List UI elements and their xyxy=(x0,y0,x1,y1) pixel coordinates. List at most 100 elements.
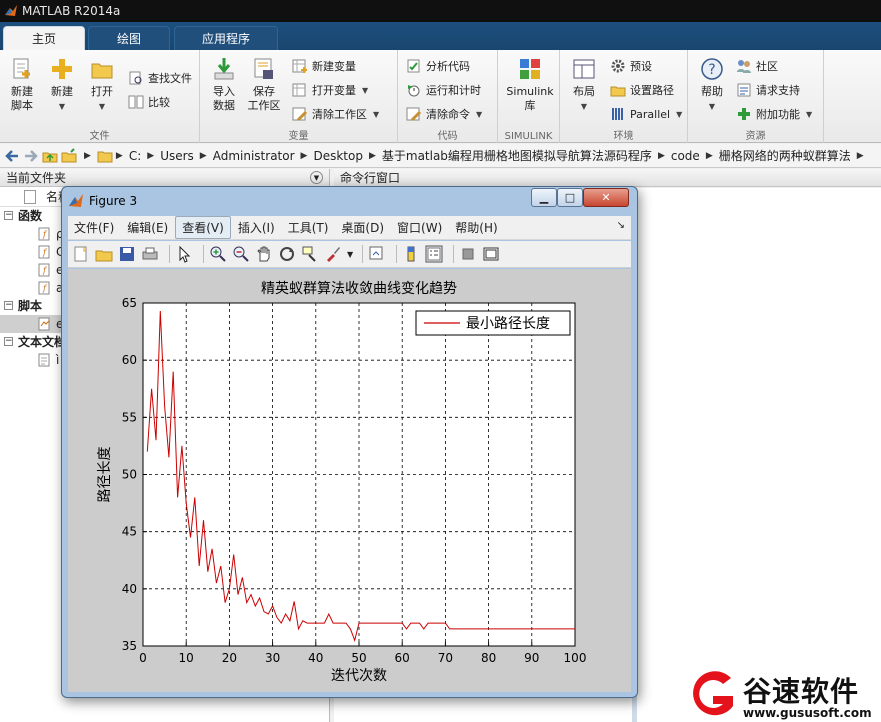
y-axis-label: 路径长度 xyxy=(97,447,113,503)
menu-edit[interactable]: 编辑(E) xyxy=(121,217,174,238)
up-folder-icon[interactable] xyxy=(42,148,58,164)
analyze-code-button[interactable]: 分析代码 xyxy=(406,56,470,76)
pan-hand-icon[interactable] xyxy=(255,245,273,263)
analyze-code-label: 分析代码 xyxy=(426,60,470,73)
breadcrumb-code[interactable]: code xyxy=(671,149,700,163)
legend-icon[interactable] xyxy=(425,245,443,263)
open-button[interactable]: 打开 ▼ xyxy=(82,56,122,114)
path-separator: ▶ xyxy=(147,150,155,161)
help-icon: ? xyxy=(701,58,723,80)
open-file-icon[interactable] xyxy=(95,245,113,263)
add-ons-label: 附加功能 xyxy=(756,108,800,121)
menu-tools[interactable]: 工具(T) xyxy=(282,217,335,238)
zoom-in-icon[interactable] xyxy=(209,245,227,263)
breadcrumb-users[interactable]: Users xyxy=(160,149,194,163)
dock-arrow-icon[interactable]: ↘ xyxy=(617,220,625,231)
x-tick-label: 80 xyxy=(481,651,496,665)
path-separator: ▶ xyxy=(115,150,123,161)
convergence-chart[interactable]: 0 10 20 30 40 50 60 70 80 90 100 35 40 45 50 55 60 65 精英… xyxy=(68,269,631,692)
find-files-button[interactable]: 查找文件 xyxy=(128,68,192,88)
menu-desktop[interactable]: 桌面(D) xyxy=(335,217,390,238)
figure-window[interactable]: Figure 3 ▁ □ ✕ 文件(F) 编辑(E) 查看(V) 插入(I) 工… xyxy=(61,186,638,698)
new-button[interactable]: 新建 ▼ xyxy=(42,56,82,114)
parallel-label: Parallel xyxy=(630,107,671,121)
ribbon-group-environment: 布局 ▼ 预设 设置路径 Parallel ▼ 环境 xyxy=(560,50,688,143)
ribbon: 新建 脚本 新建 ▼ 打开 ▼ 查找文件 比较 文件 导入 数据 保存 工作区 xyxy=(0,50,881,143)
file-icon xyxy=(24,190,36,204)
tab-apps[interactable]: 应用程序 xyxy=(174,26,278,50)
run-and-time-button[interactable]: 运行和计时 xyxy=(406,80,481,100)
simulink-library-button[interactable]: Simulink 库 xyxy=(502,56,558,113)
breadcrumb-desktop[interactable]: Desktop xyxy=(313,149,363,163)
collapse-icon[interactable]: − xyxy=(4,337,13,346)
close-button[interactable]: ✕ xyxy=(583,188,629,207)
caret-down-icon: ▼ xyxy=(476,109,483,119)
tab-home[interactable]: 主页 xyxy=(3,26,85,50)
preferences-button[interactable]: 预设 xyxy=(610,56,652,76)
data-cursor-icon[interactable] xyxy=(301,245,319,263)
caret-down-icon[interactable]: ▼ xyxy=(347,250,353,259)
clear-workspace-button[interactable]: 清除工作区 ▼ xyxy=(292,104,379,124)
breadcrumb-c[interactable]: C: xyxy=(129,149,141,163)
collapse-icon[interactable]: − xyxy=(4,211,13,220)
section-label: 文本文档 xyxy=(18,335,67,349)
layout-button[interactable]: 布局 ▼ xyxy=(564,56,604,114)
tab-plots[interactable]: 绘图 xyxy=(88,26,170,50)
breadcrumb-project[interactable]: 基于matlab编程用栅格地图模拟导航算法源码程序 xyxy=(382,147,652,164)
print-icon[interactable] xyxy=(141,245,159,263)
legend[interactable]: 最小路径长度 xyxy=(415,310,571,336)
compare-button[interactable]: 比较 xyxy=(128,92,170,112)
clear-commands-button[interactable]: 清除命令 ▼ xyxy=(406,104,482,124)
new-figure-icon[interactable] xyxy=(72,245,90,263)
save-workspace-button[interactable]: 保存 工作区 xyxy=(244,56,284,113)
figure-canvas[interactable]: 0 10 20 30 40 50 60 70 80 90 100 35 40 45 50 55 60 65 精英… xyxy=(68,269,631,692)
request-support-button[interactable]: 请求支持 xyxy=(736,80,800,100)
new-script-icon xyxy=(13,58,30,79)
browse-folder-icon[interactable] xyxy=(61,147,77,164)
clear-commands-icon xyxy=(406,107,422,122)
brush-icon[interactable] xyxy=(324,245,342,263)
find-files-label: 查找文件 xyxy=(148,72,192,85)
set-path-button[interactable]: 设置路径 xyxy=(610,80,674,100)
community-label: 社区 xyxy=(756,60,778,73)
breadcrumb-administrator[interactable]: Administrator xyxy=(213,149,295,163)
colorbar-icon[interactable] xyxy=(402,245,420,263)
show-tools-icon[interactable] xyxy=(482,245,500,263)
link-plot-icon[interactable] xyxy=(368,245,386,263)
parallel-button[interactable]: Parallel ▼ xyxy=(610,104,682,124)
minimize-button[interactable]: ▁ xyxy=(531,188,557,207)
breadcrumb-current[interactable]: 栅格网络的两种蚁群算法 xyxy=(719,147,851,164)
help-button[interactable]: ? 帮助 ▼ xyxy=(692,56,732,114)
save-icon[interactable] xyxy=(118,245,136,263)
hide-tools-icon[interactable] xyxy=(459,245,477,263)
compare-icon xyxy=(128,95,144,109)
x-tick-label: 10 xyxy=(179,651,194,665)
menu-file[interactable]: 文件(F) xyxy=(68,217,120,238)
x-tick-label: 20 xyxy=(222,651,237,665)
maximize-button[interactable]: □ xyxy=(557,188,583,207)
command-window-title: 命令行窗口 xyxy=(334,169,881,187)
rotate-icon[interactable] xyxy=(278,245,296,263)
forward-arrow-icon[interactable] xyxy=(23,148,39,164)
watermark-logo-icon xyxy=(693,671,733,716)
path-separator: ▶ xyxy=(705,150,713,161)
panel-menu-icon[interactable]: ▼ xyxy=(310,171,323,184)
new-variable-button[interactable]: 新建变量 xyxy=(292,56,356,76)
menu-insert[interactable]: 插入(I) xyxy=(232,217,281,238)
group-label-variable: 变量 xyxy=(288,131,309,142)
back-arrow-icon[interactable] xyxy=(4,148,20,164)
pointer-icon[interactable] xyxy=(175,245,193,263)
address-bar[interactable]: ▶ ▶ C: ▶ Users ▶ Administrator ▶ Desktop ▶ 基… xyxy=(0,144,881,168)
zoom-out-icon[interactable] xyxy=(232,245,250,263)
open-variable-button[interactable]: 打开变量 ▼ xyxy=(292,80,368,100)
community-button[interactable]: 社区 xyxy=(736,56,778,76)
menu-window[interactable]: 窗口(W) xyxy=(391,217,448,238)
add-ons-button[interactable]: 附加功能 ▼ xyxy=(736,104,812,124)
toolbar-separator xyxy=(169,245,170,263)
import-data-button[interactable]: 导入 数据 xyxy=(204,56,244,113)
function-file-icon: f xyxy=(38,245,50,259)
menu-view[interactable]: 查看(V) xyxy=(175,216,231,239)
new-script-button[interactable]: 新建 脚本 xyxy=(2,56,42,113)
collapse-icon[interactable]: − xyxy=(4,301,13,310)
menu-help[interactable]: 帮助(H) xyxy=(449,217,503,238)
